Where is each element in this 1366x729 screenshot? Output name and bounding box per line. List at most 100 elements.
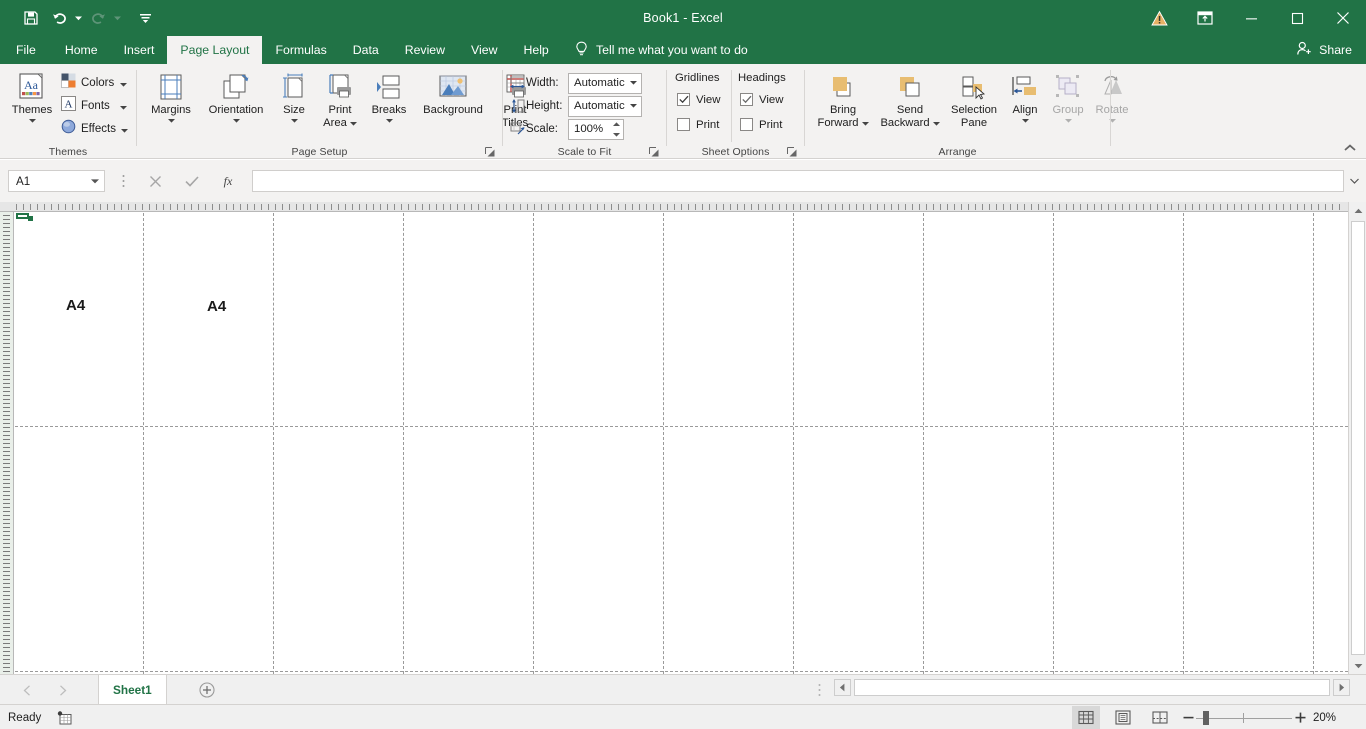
scroll-left-icon[interactable] [834,679,851,696]
fill-handle[interactable] [28,216,33,221]
minimize-icon[interactable] [1228,0,1274,36]
sheet-tab-sheet1[interactable]: Sheet1 [98,675,167,704]
close-icon[interactable] [1320,0,1366,36]
print-area-label-1: Print [328,104,351,117]
scale-input[interactable]: 100% [568,119,624,140]
vertical-scrollbar[interactable] [1348,202,1366,674]
themes-button[interactable]: Aa Themes [8,70,56,126]
expand-formula-bar-button[interactable] [1346,170,1362,192]
theme-colors-button[interactable]: Colors [58,72,130,94]
row-header-tick [3,467,10,468]
background-label: Background [423,104,483,117]
tab-page-layout[interactable]: Page Layout [167,36,262,64]
zoom-slider[interactable] [1196,708,1292,728]
collapse-ribbon-button[interactable] [1342,141,1358,155]
column-header-tick [604,204,605,210]
breaks-button[interactable]: Breaks [365,70,413,126]
orientation-button[interactable]: Orientation [201,70,271,126]
themes-label: Themes [12,104,52,117]
tab-help[interactable]: Help [510,36,561,64]
share-button[interactable]: Share [1296,36,1352,64]
selection-pane-button[interactable]: Selection Pane [945,70,1003,129]
tab-data[interactable]: Data [340,36,392,64]
formula-bar-resize-handle[interactable] [118,170,128,192]
column-header-tick [1199,204,1200,210]
selection-pane-label-1: Selection [951,104,997,117]
height-select[interactable]: Automatic [568,96,642,117]
row-header-tick [3,591,10,592]
scale-to-fit-group-label: Scale to Fit [503,146,666,158]
tab-review[interactable]: Review [392,36,458,64]
page-layout-view-button[interactable] [1109,706,1137,729]
vertical-scroll-thumb[interactable] [1351,221,1365,655]
worksheet-grid[interactable]: A4 A4 [15,213,1348,674]
column-header-tick [653,204,654,210]
scale-spinner[interactable] [612,121,621,138]
gridlines-print-checkbox[interactable]: Print [677,118,719,131]
chevron-down-icon[interactable] [91,171,99,191]
print-area-button[interactable]: Print Area [317,70,363,129]
normal-view-button[interactable] [1072,706,1100,729]
background-button[interactable]: Background [415,70,491,117]
column-header-tick [737,204,738,210]
width-select[interactable]: Automatic [568,73,642,94]
tell-me-label: Tell me what you want to do [596,43,748,57]
horizontal-scroll-track[interactable] [854,679,1330,696]
gridlines-view-checkbox[interactable]: View [677,93,720,106]
insert-function-icon[interactable]: fx [214,170,244,192]
tab-formulas[interactable]: Formulas [262,36,339,64]
page-setup-dialog-launcher[interactable] [484,145,496,157]
row-header-tick [3,367,10,368]
enter-icon[interactable] [177,170,207,192]
cancel-icon[interactable] [140,170,170,192]
headings-print-checkbox[interactable]: Print [740,118,782,131]
bring-forward-button[interactable]: Bring Forward [811,70,875,129]
ribbon-display-options-icon[interactable] [1182,0,1228,36]
sheet-options-dialog-launcher[interactable] [786,145,798,157]
column-header-tick [667,204,668,210]
restore-icon[interactable] [1274,0,1320,36]
align-icon [1011,70,1039,104]
tab-file[interactable]: File [0,36,52,64]
zoom-level-label[interactable]: 20% [1313,705,1336,729]
scroll-up-icon[interactable] [1349,202,1366,219]
column-header-tick [940,204,941,210]
previous-sheet-icon[interactable] [16,679,38,701]
column-header-tick [429,204,430,210]
zoom-slider-thumb[interactable] [1203,711,1209,725]
margins-button[interactable]: Margins [143,70,199,126]
theme-effects-button[interactable]: Effects [58,118,130,140]
row-header-tick [3,575,10,576]
row-headers[interactable] [0,212,14,674]
theme-fonts-button[interactable]: A Fonts [58,95,130,117]
headings-view-checkbox[interactable]: View [740,93,783,106]
split-handle[interactable] [814,679,824,701]
name-box[interactable]: A1 [8,170,105,192]
column-headers[interactable] [0,202,1348,212]
page-break-preview-button[interactable] [1146,706,1174,729]
row-header-tick [3,247,10,248]
add-sheet-icon[interactable] [196,679,218,701]
zoom-out-button[interactable] [1180,708,1196,728]
tab-home[interactable]: Home [52,36,111,64]
tab-view[interactable]: View [458,36,510,64]
zoom-in-button[interactable] [1292,708,1308,728]
size-button[interactable]: Size [273,70,315,126]
scroll-right-icon[interactable] [1333,679,1350,696]
send-backward-button[interactable]: Send Backward [877,70,943,129]
horizontal-scrollbar[interactable] [834,679,1350,696]
formula-input[interactable] [252,170,1344,192]
record-macro-icon[interactable] [57,705,72,729]
alert-icon[interactable] [1136,0,1182,36]
next-sheet-icon[interactable] [52,679,74,701]
column-header-tick [65,204,66,210]
horizontal-scroll-thumb[interactable] [855,680,1329,695]
align-button[interactable]: Align [1005,70,1045,126]
tell-me-search[interactable]: Tell me what you want to do [575,36,748,64]
column-header-tick [219,204,220,210]
send-backward-label-2: Backward [880,117,929,130]
column-header-tick [814,204,815,210]
scroll-down-icon[interactable] [1349,657,1366,674]
tab-insert[interactable]: Insert [111,36,168,64]
scale-to-fit-dialog-launcher[interactable] [648,145,660,157]
